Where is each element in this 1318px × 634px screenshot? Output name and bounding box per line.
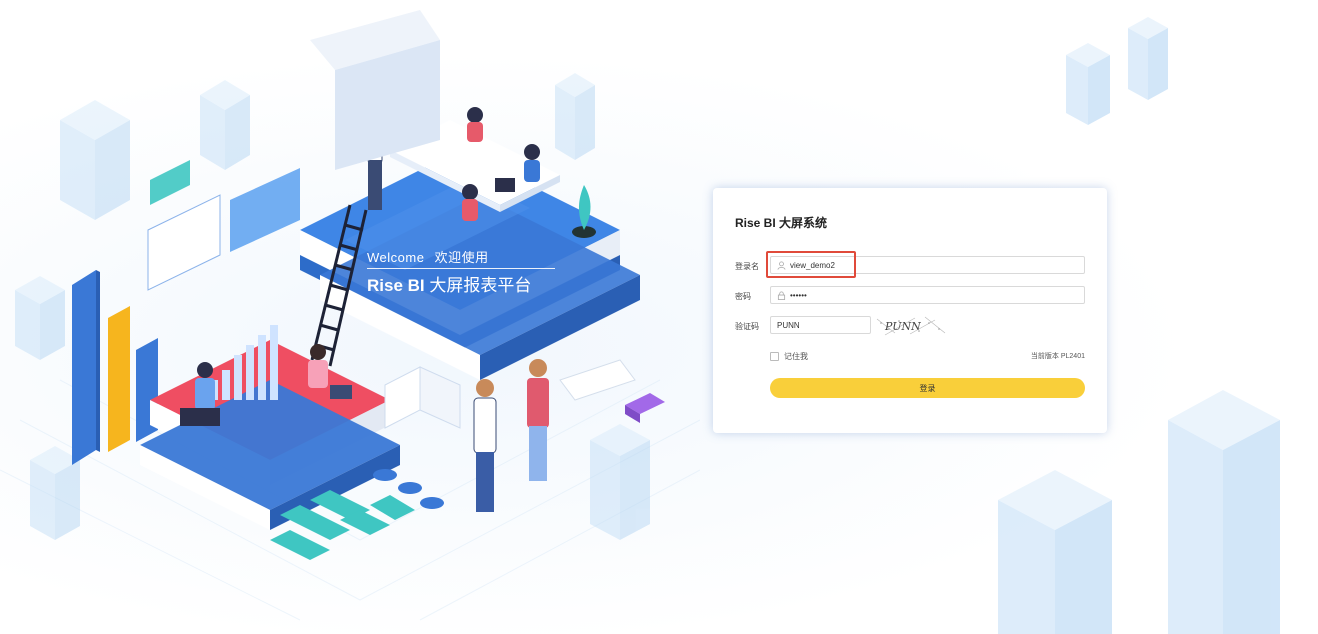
platform-name: Rise BI 大屏报表平台 (367, 271, 555, 296)
captcha-image[interactable]: PUNN (875, 315, 947, 337)
login-button[interactable]: 登录 (770, 378, 1085, 398)
login-title: Rise BI 大屏系统 (735, 216, 828, 230)
platform-cn: 大屏报表平台 (429, 276, 532, 295)
password-label: 密码 (735, 292, 751, 301)
password-value: •••••• (790, 290, 807, 300)
login-page: Welcome 欢迎使用 Rise BI 大屏报表平台 Rise BI 大屏系统… (0, 0, 1318, 634)
username-highlight (766, 251, 856, 278)
brand-name: Rise BI (367, 276, 425, 295)
captcha-value: PUNN (777, 320, 800, 330)
remember-checkbox[interactable] (770, 352, 779, 361)
login-card: Rise BI 大屏系统 登录名 view_demo2 密码 •••••• 验证… (713, 188, 1107, 433)
captcha-field[interactable]: PUNN (770, 316, 871, 334)
username-label: 登录名 (735, 262, 759, 271)
welcome-line: Welcome 欢迎使用 (367, 247, 555, 269)
remember-me[interactable]: 记住我 (770, 351, 808, 362)
lock-icon (777, 291, 786, 300)
version-text: 当前版本 PL2401 (1030, 353, 1085, 360)
welcome-en: Welcome (367, 250, 425, 265)
password-field[interactable]: •••••• (770, 286, 1085, 304)
welcome-banner: Welcome 欢迎使用 Rise BI 大屏报表平台 (367, 247, 555, 296)
remember-label: 记住我 (784, 352, 808, 361)
captcha-label: 验证码 (735, 322, 759, 331)
hero-illustration (0, 10, 700, 621)
welcome-cn: 欢迎使用 (434, 250, 489, 265)
captcha-image-text: PUNN (884, 320, 921, 333)
